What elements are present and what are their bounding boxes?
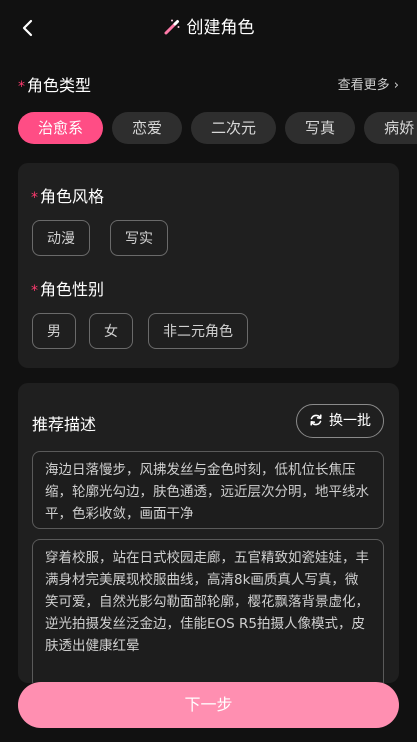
recommend-title: 推荐描述 — [32, 415, 97, 434]
type-chip-romance[interactable]: 恋爱 — [112, 112, 183, 144]
refresh-button[interactable]: 换一批 — [296, 404, 384, 438]
type-chip-photo[interactable]: 写真 — [285, 112, 356, 144]
type-chip-healing[interactable]: 治愈系 — [18, 112, 104, 144]
refresh-label: 换一批 — [329, 413, 371, 429]
type-chip-anime[interactable]: 二次元 — [191, 112, 277, 144]
header: 创建角色 — [0, 0, 417, 56]
type-chip-yandere[interactable]: 病娇 — [364, 112, 417, 144]
page-title-wrap: 创建角色 — [0, 16, 417, 40]
page-title: 创建角色 — [186, 18, 255, 38]
style-label: 角色风格 — [40, 187, 105, 206]
refresh-icon — [310, 414, 322, 426]
recommend-item[interactable]: 穿着校服，站在日式校园走廊，五官精致如瓷娃娃，丰满身材完美展现校服曲线，高清8k… — [32, 539, 384, 683]
gender-title: * 角色性别 — [31, 276, 104, 300]
next-button[interactable]: 下一步 — [18, 682, 399, 728]
required-mark: * — [18, 79, 25, 95]
gender-option-male[interactable]: 男 — [32, 313, 76, 349]
gender-label: 角色性别 — [40, 280, 105, 299]
magic-wand-icon — [164, 19, 179, 35]
role-type-label: 角色类型 — [27, 76, 92, 95]
gender-option-nonbinary[interactable]: 非二元角色 — [148, 313, 248, 349]
style-option-realistic[interactable]: 写实 — [110, 220, 168, 256]
gender-option-female[interactable]: 女 — [89, 313, 133, 349]
role-type-chips: 治愈系 恋爱 二次元 写真 病娇 — [18, 112, 417, 146]
style-option-anime[interactable]: 动漫 — [32, 220, 90, 256]
recommend-item[interactable]: 海边日落慢步，风拂发丝与金色时刻，低机位长焦压缩，轮廓光勾边，肤色通透，远近层次… — [32, 451, 384, 529]
see-more-link[interactable]: 查看更多 › — [338, 74, 399, 93]
role-type-header: * 角色类型 查看更多 › — [18, 72, 399, 96]
style-title: * 角色风格 — [31, 183, 104, 207]
recommend-card: 推荐描述 换一批 海边日落慢步，风拂发丝与金色时刻，低机位长焦压缩，轮廓光勾边，… — [18, 383, 399, 683]
required-mark: * — [31, 190, 38, 206]
style-gender-card: * 角色风格 动漫 写实 * 角色性别 男 女 非二元角色 — [18, 163, 399, 368]
required-mark: * — [31, 283, 38, 299]
